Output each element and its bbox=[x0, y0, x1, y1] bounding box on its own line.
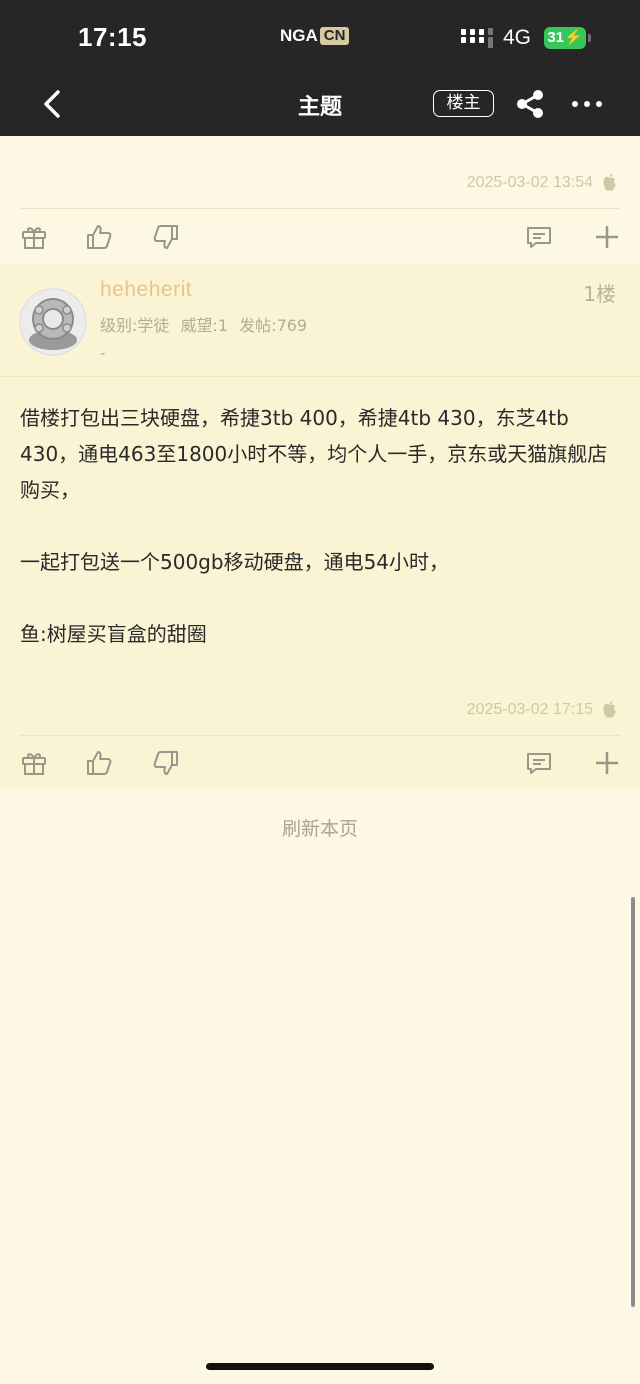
user-post-count: 发帖:769 bbox=[239, 316, 308, 335]
status-bar: 17:15 NGA CN 4G 31⚡ bbox=[0, 0, 640, 76]
apple-icon bbox=[603, 174, 616, 191]
top-bar: 17:15 NGA CN 4G 31⚡ 主题 楼主 bbox=[0, 0, 640, 136]
post-actions bbox=[0, 210, 640, 264]
more-icon[interactable] bbox=[570, 94, 604, 114]
comment-icon[interactable] bbox=[524, 748, 554, 778]
gift-icon[interactable] bbox=[19, 748, 49, 778]
username[interactable]: heheherit bbox=[100, 278, 192, 302]
user-signature: - bbox=[100, 344, 106, 362]
thumbs-down-icon[interactable] bbox=[151, 748, 181, 778]
refresh-page-link[interactable]: 刷新本页 bbox=[0, 814, 640, 841]
plus-icon[interactable] bbox=[592, 222, 622, 252]
network-type: 4G bbox=[503, 26, 532, 49]
app-logo-text: NGA bbox=[280, 26, 318, 45]
apple-icon bbox=[603, 701, 616, 718]
share-icon[interactable] bbox=[513, 88, 547, 120]
post-timestamp: 2025-03-02 13:54 bbox=[467, 173, 618, 193]
nav-bar: 主题 楼主 bbox=[0, 76, 640, 136]
post-content: 借楼打包出三块硬盘，希捷3tb 400，希捷4tb 430，东芝4tb 430，… bbox=[20, 400, 620, 688]
app-logo: NGA CN bbox=[280, 26, 350, 46]
battery-tip bbox=[588, 34, 591, 42]
user-reputation: 威望:1 bbox=[180, 316, 229, 335]
user-stats: 级别:学徒 威望:1 发帖:769 bbox=[100, 312, 307, 336]
thumbs-up-icon[interactable] bbox=[84, 748, 114, 778]
post-paragraph: 借楼打包出三块硬盘，希捷3tb 400，希捷4tb 430，东芝4tb 430，… bbox=[20, 406, 608, 502]
battery-level: 31 bbox=[547, 29, 564, 46]
timestamp-text: 2025-03-02 17:15 bbox=[466, 701, 593, 718]
post-timestamp: 2025-03-02 17:15 bbox=[467, 700, 618, 720]
post-floor-1: heheherit 1楼 级别:学徒 威望:1 发帖:769 - 借楼打包出三块… bbox=[0, 264, 640, 789]
post-paragraph: 鱼:树屋买盲盒的甜圈 bbox=[20, 622, 207, 646]
thumbs-up-icon[interactable] bbox=[84, 222, 114, 252]
charging-icon: ⚡ bbox=[564, 29, 583, 46]
app-logo-badge: CN bbox=[319, 27, 350, 45]
user-level: 级别:学徒 bbox=[100, 316, 170, 335]
battery-indicator: 31⚡ bbox=[544, 27, 586, 49]
post-paragraph: 一起打包送一个500gb移动硬盘，通电54小时， bbox=[20, 550, 450, 574]
post-author-header: heheherit 1楼 级别:学徒 威望:1 发帖:769 - bbox=[0, 264, 640, 377]
status-time: 17:15 bbox=[78, 22, 147, 52]
signal-icon bbox=[461, 28, 493, 48]
timestamp-text: 2025-03-02 13:54 bbox=[466, 174, 593, 191]
comment-icon[interactable] bbox=[524, 222, 554, 252]
avatar[interactable] bbox=[19, 288, 87, 356]
thumbs-down-icon[interactable] bbox=[151, 222, 181, 252]
floor-number: 1楼 bbox=[583, 282, 616, 306]
gift-icon[interactable] bbox=[19, 222, 49, 252]
op-only-button[interactable]: 楼主 bbox=[433, 90, 494, 117]
scrollbar[interactable] bbox=[631, 897, 635, 1307]
post-actions bbox=[0, 736, 640, 790]
home-indicator[interactable] bbox=[206, 1363, 434, 1370]
plus-icon[interactable] bbox=[592, 748, 622, 778]
divider bbox=[20, 208, 620, 209]
post-previous: 2025-03-02 13:54 bbox=[0, 136, 640, 264]
